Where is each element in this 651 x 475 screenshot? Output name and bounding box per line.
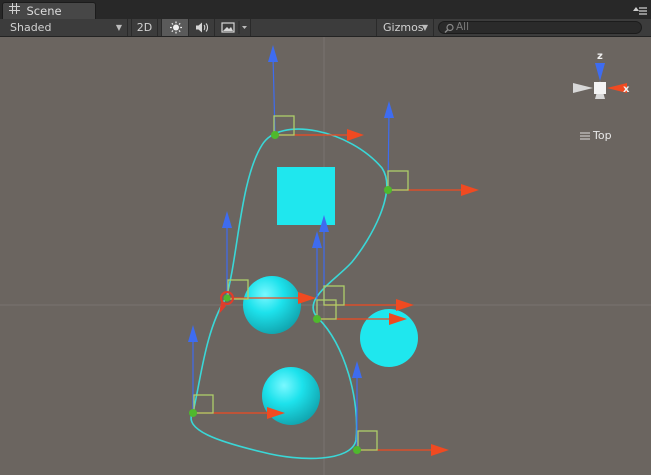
control-point-1[interactable] bbox=[268, 45, 364, 141]
chevron-down-icon: ▼ bbox=[421, 23, 428, 32]
tab-bar: Scene bbox=[0, 0, 651, 20]
axis-z-label: z bbox=[597, 51, 603, 62]
neg-x-axis-cone-icon[interactable] bbox=[573, 83, 593, 93]
search-placeholder: All bbox=[456, 21, 470, 33]
scene-toolbar: Shaded ▼ 2D Gizmos ▼ All bbox=[0, 19, 651, 37]
panel-menu-icon[interactable] bbox=[633, 6, 647, 16]
tab-scene[interactable]: Scene bbox=[2, 2, 96, 19]
scene-viewport[interactable]: z x Top bbox=[0, 37, 651, 475]
control-point-2[interactable] bbox=[384, 101, 479, 196]
orientation-gizmo[interactable]: z x bbox=[570, 47, 632, 127]
axis-x-label: x bbox=[623, 84, 630, 95]
menu-lines-icon bbox=[580, 132, 590, 140]
sphere-object-1[interactable] bbox=[243, 276, 301, 334]
scene-window: Scene Shaded ▼ 2D Gizmos ▼ All z x Top bbox=[0, 0, 651, 475]
draw-mode-dropdown[interactable]: Shaded ▼ bbox=[0, 19, 128, 36]
gizmos-dropdown[interactable]: Gizmos ▼ bbox=[376, 19, 434, 36]
z-axis-cone-icon[interactable] bbox=[595, 63, 605, 81]
cube-object[interactable] bbox=[277, 167, 335, 225]
draw-mode-label: Shaded bbox=[10, 21, 52, 34]
audio-toggle-button[interactable] bbox=[189, 19, 215, 36]
control-point-4[interactable] bbox=[312, 215, 414, 325]
projection-cube-icon[interactable] bbox=[594, 82, 606, 94]
search-input[interactable]: All bbox=[438, 21, 642, 34]
gizmos-label: Gizmos bbox=[383, 21, 424, 34]
image-icon bbox=[221, 21, 247, 34]
sun-icon bbox=[170, 21, 182, 34]
scene-canvas bbox=[0, 37, 651, 475]
effects-dropdown[interactable] bbox=[215, 19, 251, 36]
2d-label: 2D bbox=[136, 21, 153, 34]
view-label[interactable]: Top bbox=[580, 129, 612, 142]
lighting-toggle-button[interactable] bbox=[161, 19, 189, 36]
tab-scene-label: Scene bbox=[26, 4, 62, 18]
control-point-6[interactable] bbox=[352, 361, 449, 456]
grid-icon bbox=[9, 3, 20, 19]
speaker-icon bbox=[196, 22, 209, 33]
chevron-down-icon: ▼ bbox=[115, 23, 122, 32]
search-icon bbox=[444, 23, 454, 33]
view-label-text: Top bbox=[593, 129, 612, 142]
2d-toggle-button[interactable]: 2D bbox=[131, 19, 158, 36]
